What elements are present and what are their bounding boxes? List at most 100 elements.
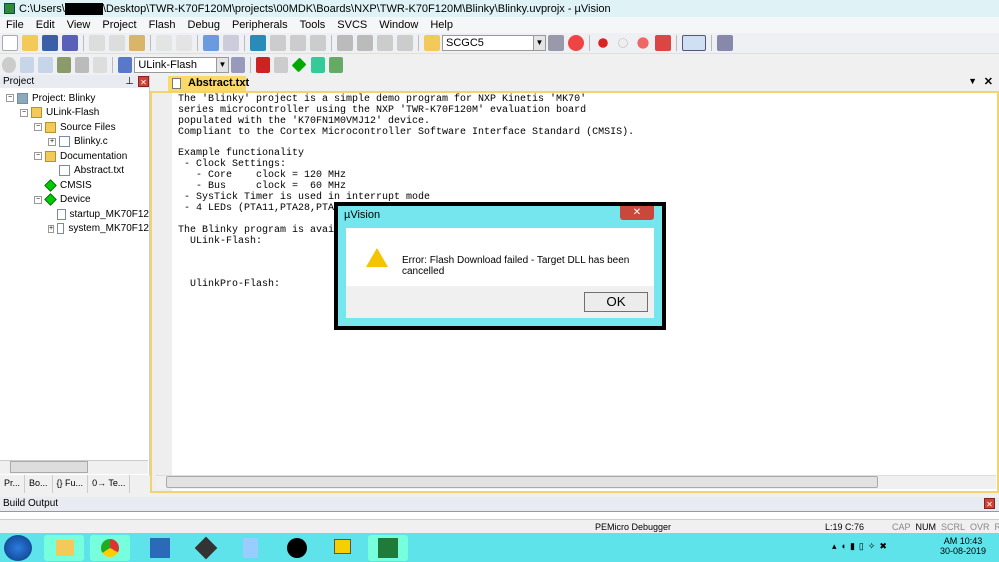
tree-item[interactable]: + Blinky.c bbox=[0, 135, 149, 150]
project-tab[interactable]: Bo... bbox=[25, 475, 53, 493]
window-layout-icon[interactable] bbox=[682, 35, 706, 51]
undo-icon[interactable] bbox=[156, 35, 172, 51]
batch-build-icon[interactable] bbox=[56, 57, 71, 73]
rebuild-icon[interactable] bbox=[38, 57, 53, 73]
menu-svcs[interactable]: SVCS bbox=[331, 19, 373, 31]
close-icon[interactable]: ✕ bbox=[984, 75, 993, 88]
save-icon[interactable] bbox=[42, 35, 58, 51]
taskbar-keil-uvision[interactable] bbox=[368, 535, 408, 561]
taskbar-explorer[interactable] bbox=[44, 535, 84, 561]
menu-flash[interactable]: Flash bbox=[143, 19, 182, 31]
expand-icon[interactable]: + bbox=[48, 224, 55, 233]
taskbar-app-terminal[interactable] bbox=[322, 535, 362, 561]
menu-project[interactable]: Project bbox=[96, 19, 142, 31]
chevron-down-icon[interactable]: ▼ bbox=[215, 58, 228, 72]
paste-icon[interactable] bbox=[129, 35, 145, 51]
chevron-down-icon[interactable]: ▼ bbox=[533, 36, 545, 50]
menu-view[interactable]: View bbox=[61, 19, 97, 31]
find-icon[interactable] bbox=[548, 35, 564, 51]
tree-item[interactable]: − Documentation bbox=[0, 149, 149, 164]
clear-bookmarks-icon[interactable] bbox=[310, 35, 326, 51]
tree-item[interactable]: + system_MK70F12 bbox=[0, 222, 149, 237]
expand-icon[interactable]: + bbox=[48, 137, 56, 146]
taskbar-calculator[interactable] bbox=[230, 535, 270, 561]
editor-hscrollbar[interactable] bbox=[156, 475, 996, 489]
project-tab[interactable]: 0→ Te... bbox=[88, 475, 131, 493]
tree-item[interactable]: − Device bbox=[0, 193, 149, 208]
indent-icon[interactable] bbox=[337, 35, 353, 51]
build-icon[interactable] bbox=[20, 57, 35, 73]
redo-icon[interactable] bbox=[176, 35, 192, 51]
project-tab[interactable]: Pr... bbox=[0, 475, 26, 493]
uncomment-icon[interactable] bbox=[397, 35, 413, 51]
tree-item[interactable]: Abstract.txt bbox=[0, 164, 149, 179]
taskbar-app-circle[interactable] bbox=[276, 535, 316, 561]
dialog-title: µVision bbox=[344, 209, 381, 221]
kill-breakpoints-icon[interactable] bbox=[655, 35, 671, 51]
start-button[interactable] bbox=[4, 535, 32, 561]
collapse-icon[interactable]: − bbox=[6, 94, 14, 103]
select-pack-icon[interactable] bbox=[310, 57, 325, 73]
menu-debug[interactable]: Debug bbox=[182, 19, 226, 31]
menu-peripherals[interactable]: Peripherals bbox=[226, 19, 294, 31]
disable-breakpoint-icon[interactable] bbox=[618, 38, 628, 48]
back-icon[interactable] bbox=[203, 35, 219, 51]
load-icon[interactable] bbox=[118, 57, 133, 73]
target-combo[interactable]: ULink-Flash ▼ bbox=[134, 57, 229, 73]
tray-icons[interactable]: ▴◖▮▯✧✖ bbox=[832, 541, 891, 552]
menu-help[interactable]: Help bbox=[424, 19, 459, 31]
tab-abstract-txt[interactable]: Abstract.txt bbox=[168, 76, 249, 91]
disable-all-breakpoints-icon[interactable] bbox=[637, 37, 649, 49]
tree-item[interactable]: − Source Files bbox=[0, 120, 149, 135]
pin-icon[interactable]: ⊥ bbox=[125, 76, 134, 87]
chevron-down-icon[interactable]: ▼ bbox=[968, 76, 977, 86]
manage-rte-icon[interactable] bbox=[292, 57, 308, 73]
pack-installer-icon[interactable] bbox=[328, 57, 344, 73]
menu-window[interactable]: Window bbox=[373, 19, 424, 31]
close-icon[interactable]: ✕ bbox=[138, 76, 149, 87]
target-options-icon[interactable] bbox=[230, 57, 246, 73]
ok-button[interactable]: OK bbox=[584, 292, 648, 312]
collapse-icon[interactable]: − bbox=[20, 108, 28, 117]
find-in-files-icon[interactable] bbox=[424, 35, 440, 51]
stop-build-icon[interactable] bbox=[74, 57, 90, 73]
copy-icon[interactable] bbox=[109, 35, 125, 51]
clock[interactable]: AM 10:43 30-08-2019 bbox=[940, 536, 986, 556]
cut-icon[interactable] bbox=[89, 35, 105, 51]
tree-hscrollbar[interactable] bbox=[0, 460, 148, 474]
tree-item[interactable]: startup_MK70F12 bbox=[0, 207, 149, 222]
save-all-icon[interactable] bbox=[62, 35, 78, 51]
prev-bookmark-icon[interactable] bbox=[270, 35, 286, 51]
bookmark-icon[interactable] bbox=[250, 35, 266, 51]
translate-icon[interactable] bbox=[2, 57, 17, 73]
taskbar-chrome[interactable] bbox=[90, 535, 130, 561]
breakpoint-icon[interactable] bbox=[598, 38, 608, 48]
next-bookmark-icon[interactable] bbox=[290, 35, 306, 51]
close-icon[interactable]: ✕ bbox=[984, 498, 995, 509]
menu-tools[interactable]: Tools bbox=[294, 19, 332, 31]
dialog-close-button[interactable]: ✕ bbox=[620, 206, 654, 220]
tree-item[interactable]: − ULink-Flash bbox=[0, 106, 149, 121]
comment-icon[interactable] bbox=[377, 35, 393, 51]
project-tab[interactable]: {} Fu... bbox=[53, 475, 89, 493]
collapse-icon[interactable]: − bbox=[34, 123, 42, 132]
manage-project-icon[interactable] bbox=[256, 57, 271, 73]
new-file-icon[interactable] bbox=[2, 35, 18, 51]
collapse-icon[interactable]: − bbox=[34, 152, 42, 161]
configure-icon[interactable] bbox=[717, 35, 733, 51]
collapse-icon[interactable]: − bbox=[34, 195, 42, 204]
tree-item[interactable]: − Project: Blinky bbox=[0, 91, 149, 106]
taskbar-app-tools[interactable] bbox=[186, 535, 226, 561]
menu-file[interactable]: File bbox=[0, 19, 30, 31]
build-output[interactable] bbox=[0, 511, 999, 519]
menu-edit[interactable]: Edit bbox=[30, 19, 61, 31]
debug-icon[interactable] bbox=[568, 35, 584, 51]
tree-item[interactable]: CMSIS bbox=[0, 178, 149, 193]
stop-icon[interactable] bbox=[93, 57, 108, 73]
open-icon[interactable] bbox=[22, 35, 38, 51]
forward-icon[interactable] bbox=[223, 35, 239, 51]
manage-multi-project-icon[interactable] bbox=[274, 57, 289, 73]
find-combo[interactable]: SCGC5 ▼ bbox=[442, 35, 546, 51]
taskbar-app-t[interactable] bbox=[140, 535, 180, 561]
unindent-icon[interactable] bbox=[357, 35, 373, 51]
